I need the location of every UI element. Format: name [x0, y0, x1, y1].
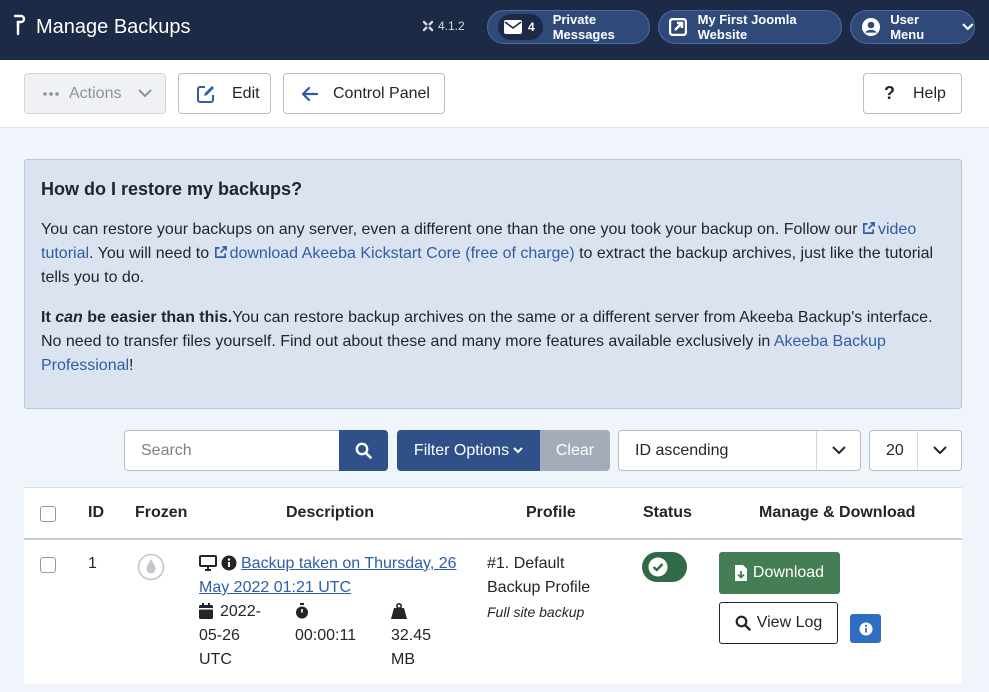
search-input[interactable]: [124, 430, 340, 471]
chevron-down-icon: [816, 431, 860, 470]
restore-info-box: How do I restore my backups? You can res…: [24, 159, 962, 409]
control-panel-button[interactable]: Control Panel: [283, 73, 445, 114]
actions-dropdown-button[interactable]: Actions: [24, 73, 166, 114]
row-checkbox[interactable]: [40, 557, 56, 573]
info-paragraph-1: You can restore your backups on any serv…: [41, 218, 945, 290]
messages-count-badge: 4: [498, 14, 543, 40]
help-button[interactable]: ? Help: [863, 73, 962, 114]
column-header-profile[interactable]: Profile: [526, 504, 576, 522]
info-text: You can restore your backups on any serv…: [41, 221, 862, 238]
info-heading: How do I restore my backups?: [41, 179, 303, 199]
backup-id: 1: [88, 555, 97, 572]
weight-icon: [391, 603, 407, 619]
column-header-manage: Manage & Download: [759, 504, 916, 521]
info-paragraph-2: It can be easier than this.You can resto…: [41, 306, 945, 378]
joomla-small-icon: [422, 20, 434, 32]
view-log-label: View Log: [756, 614, 823, 631]
backup-type: Full site backup: [487, 604, 585, 620]
version-number: 4.1.2: [438, 19, 465, 33]
backups-table: ID Frozen Description Profile Status Man…: [24, 487, 962, 684]
chevron-down-icon: [138, 89, 153, 98]
backup-description-link[interactable]: Backup taken on Thursday, 26 May 2022 01:…: [199, 552, 469, 600]
edit-icon: [197, 85, 215, 103]
file-download-icon: [734, 565, 747, 581]
user-menu-button[interactable]: User Menu: [850, 10, 975, 44]
column-header-status: Status: [643, 504, 692, 521]
download-label: Download: [752, 564, 825, 581]
private-messages-label: Private Messages: [552, 12, 615, 42]
external-link-icon: [862, 222, 875, 234]
edit-button[interactable]: Edit: [178, 73, 271, 114]
ordering-value: ID ascending: [635, 441, 729, 459]
stopwatch-icon: [296, 603, 308, 619]
list-limit-select[interactable]: 20: [869, 430, 962, 471]
envelope-icon: [504, 20, 522, 34]
site-link-button[interactable]: My First Joomla Website: [658, 10, 842, 44]
search-button[interactable]: [339, 430, 388, 471]
site-link-label: My First Joomla Website: [697, 12, 797, 42]
page-title: Manage Backups: [36, 16, 191, 38]
external-link-icon: [667, 15, 690, 39]
top-header: Manage Backups 4.1.2 4 Private Messages …: [0, 0, 989, 60]
arrow-left-icon: [302, 86, 318, 101]
column-header-id[interactable]: ID: [88, 504, 104, 522]
external-link-icon: [214, 246, 227, 258]
messages-count: 4: [528, 20, 535, 34]
info-text: . You will need to: [89, 245, 214, 262]
download-button[interactable]: Download: [719, 552, 840, 594]
table-header: ID Frozen Description Profile Status Man…: [24, 488, 962, 540]
info-text: !: [129, 357, 134, 374]
backup-info-button[interactable]: [850, 614, 881, 643]
frozen-toggle-icon[interactable]: [137, 553, 165, 581]
column-header-description[interactable]: Description: [286, 504, 374, 522]
kickstart-download-link[interactable]: download Akeeba Kickstart Core (free of …: [214, 245, 575, 262]
edit-label: Edit: [232, 84, 260, 102]
user-menu-label: User Menu: [890, 12, 925, 42]
ellipsis-icon: [43, 91, 59, 96]
backup-profile: #1. Default Backup Profile: [487, 555, 591, 596]
filter-options-button[interactable]: Filter Options: [397, 430, 540, 471]
status-badge: [642, 552, 687, 582]
search-icon: [735, 615, 751, 631]
joomla-version: 4.1.2: [422, 19, 465, 33]
view-log-button[interactable]: View Log: [719, 602, 838, 644]
list-limit-value: 20: [886, 441, 904, 459]
clear-button[interactable]: Clear: [540, 430, 610, 471]
column-header-frozen[interactable]: Frozen: [135, 504, 187, 522]
search-icon: [355, 442, 372, 459]
private-messages-button[interactable]: 4 Private Messages: [487, 10, 650, 44]
toolbar: Actions Edit Control Panel ? Help: [0, 60, 989, 128]
kickstart-download-link-text: download Akeeba Kickstart Core (free of …: [229, 245, 575, 262]
backup-size: 32.45 MB: [391, 627, 432, 668]
filter-options-label: Filter Options: [413, 441, 510, 459]
question-icon: ?: [884, 83, 895, 103]
caret-down-icon: [513, 447, 523, 454]
info-circle-icon: [859, 622, 872, 635]
select-all-checkbox[interactable]: [40, 506, 56, 522]
chevron-down-icon: [917, 431, 961, 470]
backup-date: 2022- 05-26 UTC: [199, 603, 261, 668]
backup-duration: 00:00:11: [295, 627, 357, 644]
info-emphasis: It can be easier than this.: [41, 309, 233, 326]
joomla-logo-icon[interactable]: [12, 14, 26, 36]
check-circle-icon: [648, 557, 668, 577]
control-panel-label: Control Panel: [333, 84, 430, 102]
chevron-down-icon: [962, 23, 974, 31]
actions-label: Actions: [69, 84, 122, 102]
user-circle-icon: [859, 15, 882, 39]
help-label: Help: [913, 84, 946, 102]
ordering-select[interactable]: ID ascending: [618, 430, 861, 471]
